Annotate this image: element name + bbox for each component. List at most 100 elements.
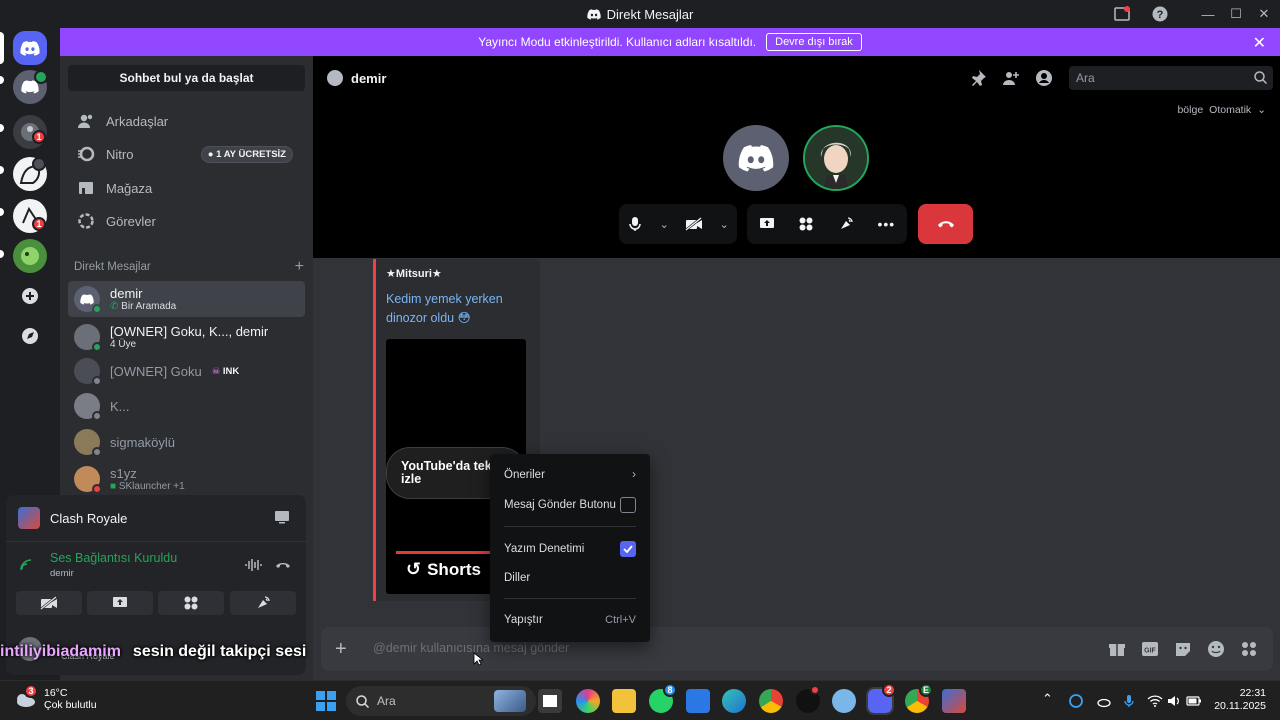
voice-indicator bbox=[34, 70, 48, 84]
menu-item-paste[interactable]: Yapıştır Ctrl+V bbox=[498, 607, 642, 633]
region-value: Otomatik bbox=[1209, 104, 1252, 116]
call-area: demir Ara bölge Otomatik ⌄ ⌄ ⌄ ••• bbox=[313, 56, 1280, 258]
whatsapp-icon[interactable]: 8 bbox=[649, 683, 677, 713]
close-banner-icon[interactable]: ✕ bbox=[1253, 33, 1266, 53]
disconnect-icon[interactable] bbox=[274, 558, 292, 572]
windows-start-icon[interactable] bbox=[316, 691, 336, 711]
gif-icon[interactable]: GIF bbox=[1141, 640, 1159, 658]
chevron-down-icon[interactable]: ⌄ bbox=[660, 218, 669, 231]
server-icon-4[interactable] bbox=[13, 239, 47, 273]
dm-item[interactable]: s1yz ■ SKlauncher +1 bbox=[68, 461, 305, 497]
create-dm-icon[interactable]: + bbox=[295, 259, 304, 275]
tray-overflow-icon[interactable]: ⌃ bbox=[1042, 691, 1053, 707]
stream-screen-icon[interactable] bbox=[274, 510, 290, 524]
mic-tray-icon[interactable] bbox=[1121, 693, 1137, 709]
dm-subtitle-text: Bir Aramada bbox=[121, 301, 177, 312]
embed-title-link[interactable]: Kedim yemek yerken dinozor oldu 😳 bbox=[386, 290, 516, 328]
discover-button[interactable] bbox=[13, 319, 47, 353]
find-conversation-button[interactable]: Sohbet bul ya da başlat bbox=[68, 65, 305, 91]
emoji-icon[interactable] bbox=[1207, 640, 1225, 658]
menu-separator bbox=[504, 598, 636, 599]
soundboard-button[interactable] bbox=[230, 591, 296, 615]
menu-item-languages[interactable]: Diller bbox=[498, 565, 642, 591]
activities-button[interactable] bbox=[158, 591, 224, 615]
camera-off-icon[interactable] bbox=[685, 217, 703, 231]
dnd-status bbox=[92, 484, 102, 494]
leave-call-button[interactable] bbox=[918, 204, 973, 244]
noise-suppression-icon[interactable] bbox=[244, 558, 262, 572]
pin-icon[interactable] bbox=[969, 69, 987, 87]
avatar bbox=[74, 286, 102, 314]
wifi-icon[interactable] bbox=[1147, 693, 1163, 709]
activities-icon[interactable] bbox=[798, 216, 814, 232]
dm-item[interactable]: [OWNER] Goku, K..., demir 4 Üye bbox=[68, 319, 305, 355]
checkbox-checked[interactable] bbox=[620, 541, 636, 557]
system-clock[interactable]: 22:31 20.11.2025 bbox=[1214, 687, 1266, 713]
copilot-icon[interactable] bbox=[576, 689, 600, 713]
onedrive-icon[interactable] bbox=[1095, 693, 1111, 709]
close-window-button[interactable]: ✕ bbox=[1248, 0, 1280, 28]
steam-like-icon[interactable] bbox=[796, 685, 820, 713]
window-title-text: Direkt Mesajlar bbox=[606, 6, 694, 22]
offline-status bbox=[92, 447, 102, 457]
weather-widget[interactable]: 3 16°C Çok bulutlu bbox=[14, 684, 97, 711]
chrome-profile-icon[interactable]: E bbox=[905, 683, 933, 713]
chevron-down-icon[interactable]: ⌄ bbox=[720, 218, 729, 231]
task-view-icon[interactable] bbox=[538, 689, 562, 713]
screen-share-icon[interactable] bbox=[759, 217, 775, 231]
battery-icon[interactable] bbox=[1186, 693, 1202, 709]
participant-tile-self[interactable] bbox=[723, 125, 789, 191]
apps-icon[interactable] bbox=[1240, 640, 1258, 658]
checkbox-unchecked[interactable] bbox=[620, 497, 636, 513]
caption-part-2: sesin değil takipçi sesi bbox=[132, 643, 307, 660]
camera-toggle-button[interactable] bbox=[16, 591, 82, 615]
app-icon-settings[interactable] bbox=[832, 689, 856, 713]
volume-icon[interactable] bbox=[1166, 693, 1182, 709]
sync-icon[interactable] bbox=[1068, 693, 1084, 709]
game-name: Clash Royale bbox=[50, 510, 128, 526]
dm-item[interactable]: [OWNER] Goku ☠ INK bbox=[68, 353, 305, 389]
disable-streamer-mode-button[interactable]: Devre dışı bırak bbox=[766, 33, 862, 51]
help-icon[interactable]: ? bbox=[1144, 0, 1176, 28]
participant-tile-demir[interactable] bbox=[803, 125, 869, 191]
add-friends-icon[interactable] bbox=[1002, 69, 1020, 87]
nitro-icon bbox=[76, 144, 96, 164]
svg-text:GIF: GIF bbox=[1144, 648, 1156, 655]
clash-royale-icon[interactable] bbox=[942, 689, 966, 713]
weather-temp: 16°C bbox=[44, 687, 68, 699]
region-selector[interactable]: bölge Otomatik ⌄ bbox=[1177, 104, 1266, 116]
add-server-button[interactable] bbox=[13, 279, 47, 313]
user-profile-icon[interactable] bbox=[1035, 69, 1053, 87]
dm-item[interactable]: K... bbox=[68, 388, 305, 424]
screen-share-button[interactable] bbox=[87, 591, 153, 615]
menu-item-suggestions[interactable]: Öneriler › bbox=[498, 462, 642, 488]
replay-icon: ↺ bbox=[406, 559, 422, 579]
menu-item-send-button[interactable]: Mesaj Gönder Butonu bbox=[498, 492, 642, 518]
soundboard-icon[interactable] bbox=[838, 216, 854, 232]
message-input[interactable]: @demir kullanıcısına mesaj gönder bbox=[373, 641, 569, 655]
sticker-icon[interactable] bbox=[1174, 640, 1192, 658]
file-explorer-icon[interactable] bbox=[612, 689, 636, 713]
unread-pill bbox=[0, 76, 4, 84]
discord-taskbar-icon[interactable]: 2 bbox=[866, 683, 896, 715]
home-dm-button[interactable] bbox=[13, 31, 47, 65]
inbox-icon[interactable] bbox=[1106, 0, 1138, 28]
dm-item[interactable]: sigmaköylü bbox=[68, 424, 305, 460]
store-icon[interactable] bbox=[686, 689, 710, 713]
microphone-icon[interactable] bbox=[627, 216, 643, 232]
nav-friends[interactable]: Arkadaşlar bbox=[68, 105, 305, 137]
more-options-icon[interactable]: ••• bbox=[877, 216, 895, 232]
nav-shop[interactable]: Mağaza bbox=[68, 172, 305, 204]
dm-name: K... bbox=[110, 398, 130, 414]
search-input[interactable]: Ara bbox=[1069, 66, 1273, 90]
edge-icon[interactable] bbox=[722, 689, 746, 713]
game-activity[interactable]: Clash Royale bbox=[18, 507, 127, 529]
dm-item[interactable]: demir ✆ Bir Aramada bbox=[68, 281, 305, 317]
menu-item-spellcheck[interactable]: Yazım Denetimi bbox=[498, 536, 642, 562]
nav-nitro[interactable]: Nitro ● 1 AY ÜCRETSİZ bbox=[68, 138, 305, 170]
gift-icon[interactable] bbox=[1108, 640, 1126, 658]
nav-quests[interactable]: Görevler bbox=[68, 205, 305, 237]
attach-plus-icon[interactable]: + bbox=[335, 639, 347, 659]
taskbar-search[interactable]: Ara bbox=[346, 686, 536, 716]
chrome-icon[interactable] bbox=[759, 689, 783, 713]
